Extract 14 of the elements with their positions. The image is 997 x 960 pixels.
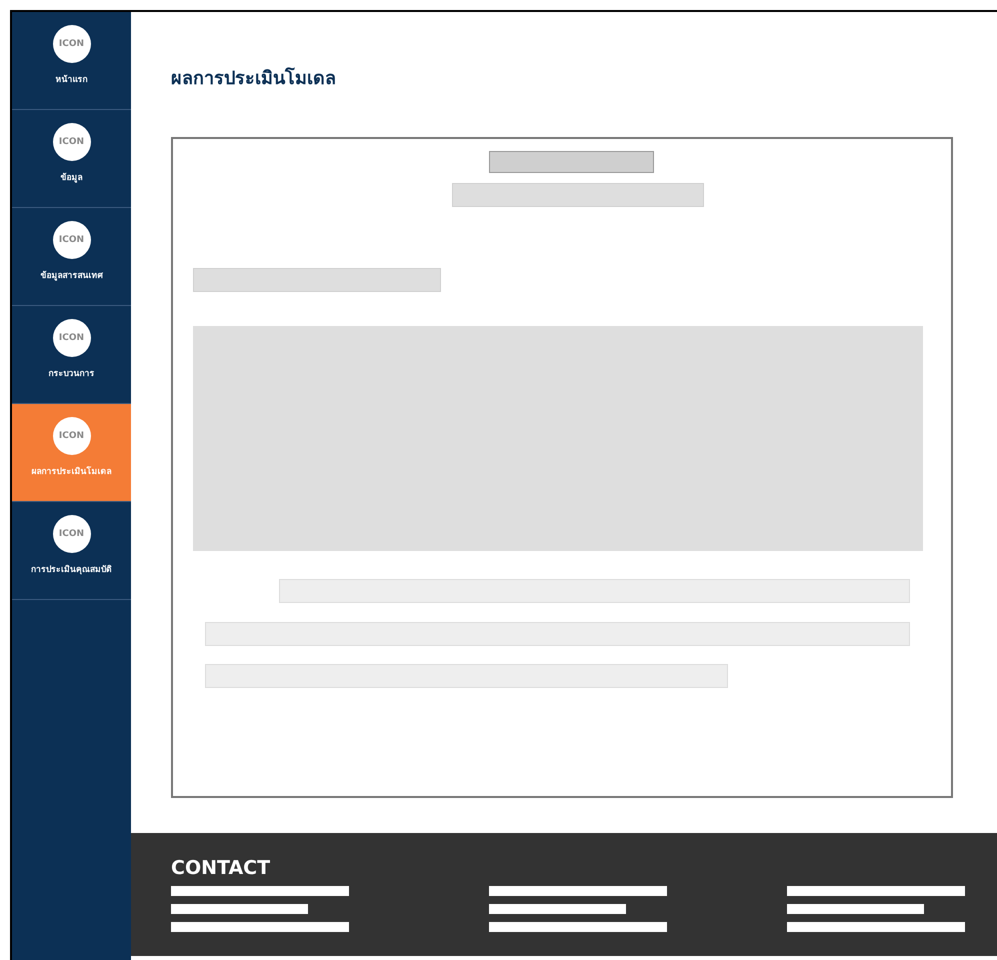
icon-circle: ICON <box>52 221 90 259</box>
icon-circle: ICON <box>52 515 90 553</box>
page-title: ผลการประเมินโมเดล <box>171 66 337 91</box>
sidebar-item[interactable]: ICON การประเมินคุณสมบัติ <box>12 502 131 600</box>
icon-circle: ICON <box>52 25 90 63</box>
sidebar-item[interactable]: ICON กระบวนการ <box>12 306 131 404</box>
icon-circle: ICON <box>52 319 90 357</box>
contact-heading: CONTACT <box>171 856 272 881</box>
sidebar-item[interactable]: ICON ข้อมูลสารสนเทศ <box>12 208 131 306</box>
sidebar-item[interactable]: ICON ข้อมูล <box>12 110 131 208</box>
icon-circle: ICON <box>52 123 90 161</box>
icon-circle: ICON <box>52 417 90 455</box>
sidebar-item[interactable]: ICON หน้าแรก <box>12 12 131 110</box>
sidebar-item[interactable]: ICON ผลการประเมินโมเดล <box>12 404 131 502</box>
